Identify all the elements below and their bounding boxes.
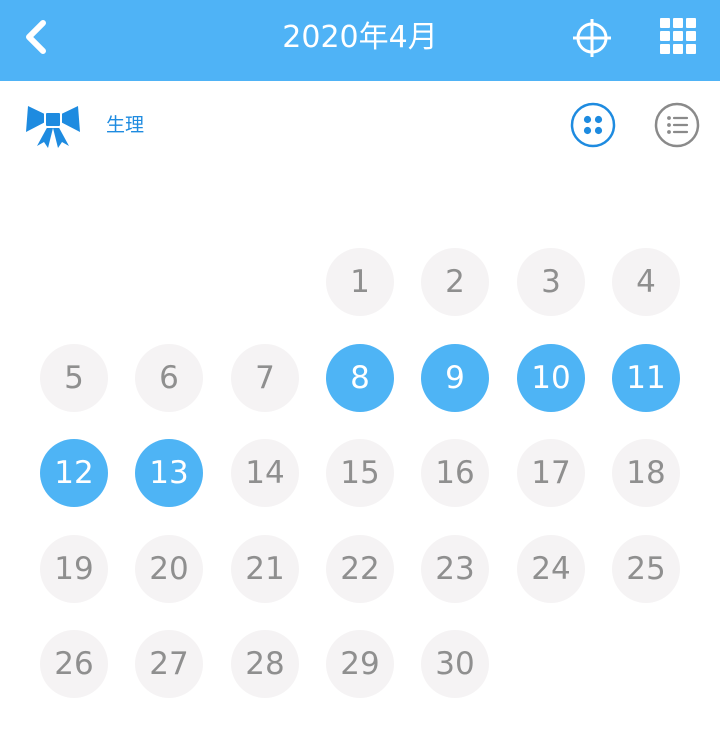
- day-cell-2[interactable]: 2: [421, 248, 489, 316]
- day-cell-17[interactable]: 17: [517, 439, 585, 507]
- four-dots-icon: [570, 102, 616, 148]
- day-cell-21[interactable]: 21: [231, 535, 299, 603]
- top-bar: 2020年4月: [0, 0, 720, 81]
- day-cell-6[interactable]: 6: [135, 344, 203, 412]
- list-view-button[interactable]: [654, 102, 700, 148]
- day-cell-7[interactable]: 7: [231, 344, 299, 412]
- day-cell-11[interactable]: 11: [612, 344, 680, 412]
- day-cell-28[interactable]: 28: [231, 630, 299, 698]
- period-toolbar: 生理: [0, 82, 720, 172]
- bow-icon: [26, 106, 80, 148]
- day-cell-4[interactable]: 4: [612, 248, 680, 316]
- day-cell-26[interactable]: 26: [40, 630, 108, 698]
- day-cell-24[interactable]: 24: [517, 535, 585, 603]
- crosshair-icon: [573, 19, 611, 57]
- day-cell-23[interactable]: 23: [421, 535, 489, 603]
- day-cell-1[interactable]: 1: [326, 248, 394, 316]
- day-cell-29[interactable]: 29: [326, 630, 394, 698]
- period-label[interactable]: 生理: [106, 112, 144, 138]
- day-cell-30[interactable]: 30: [421, 630, 489, 698]
- day-cell-13[interactable]: 13: [135, 439, 203, 507]
- day-cell-16[interactable]: 16: [421, 439, 489, 507]
- day-cell-18[interactable]: 18: [612, 439, 680, 507]
- locate-today-button[interactable]: [568, 14, 616, 62]
- day-cell-14[interactable]: 14: [231, 439, 299, 507]
- day-cell-25[interactable]: 25: [612, 535, 680, 603]
- day-cell-10[interactable]: 10: [517, 344, 585, 412]
- day-cell-27[interactable]: 27: [135, 630, 203, 698]
- day-cell-19[interactable]: 19: [40, 535, 108, 603]
- day-cell-9[interactable]: 9: [421, 344, 489, 412]
- day-cell-22[interactable]: 22: [326, 535, 394, 603]
- day-cell-12[interactable]: 12: [40, 439, 108, 507]
- day-cell-20[interactable]: 20: [135, 535, 203, 603]
- day-cell-5[interactable]: 5: [40, 344, 108, 412]
- day-cell-15[interactable]: 15: [326, 439, 394, 507]
- list-icon: [654, 102, 700, 148]
- day-cell-3[interactable]: 3: [517, 248, 585, 316]
- grid-view-button[interactable]: [570, 102, 616, 148]
- day-cell-8[interactable]: 8: [326, 344, 394, 412]
- grid-menu-button[interactable]: [656, 14, 700, 58]
